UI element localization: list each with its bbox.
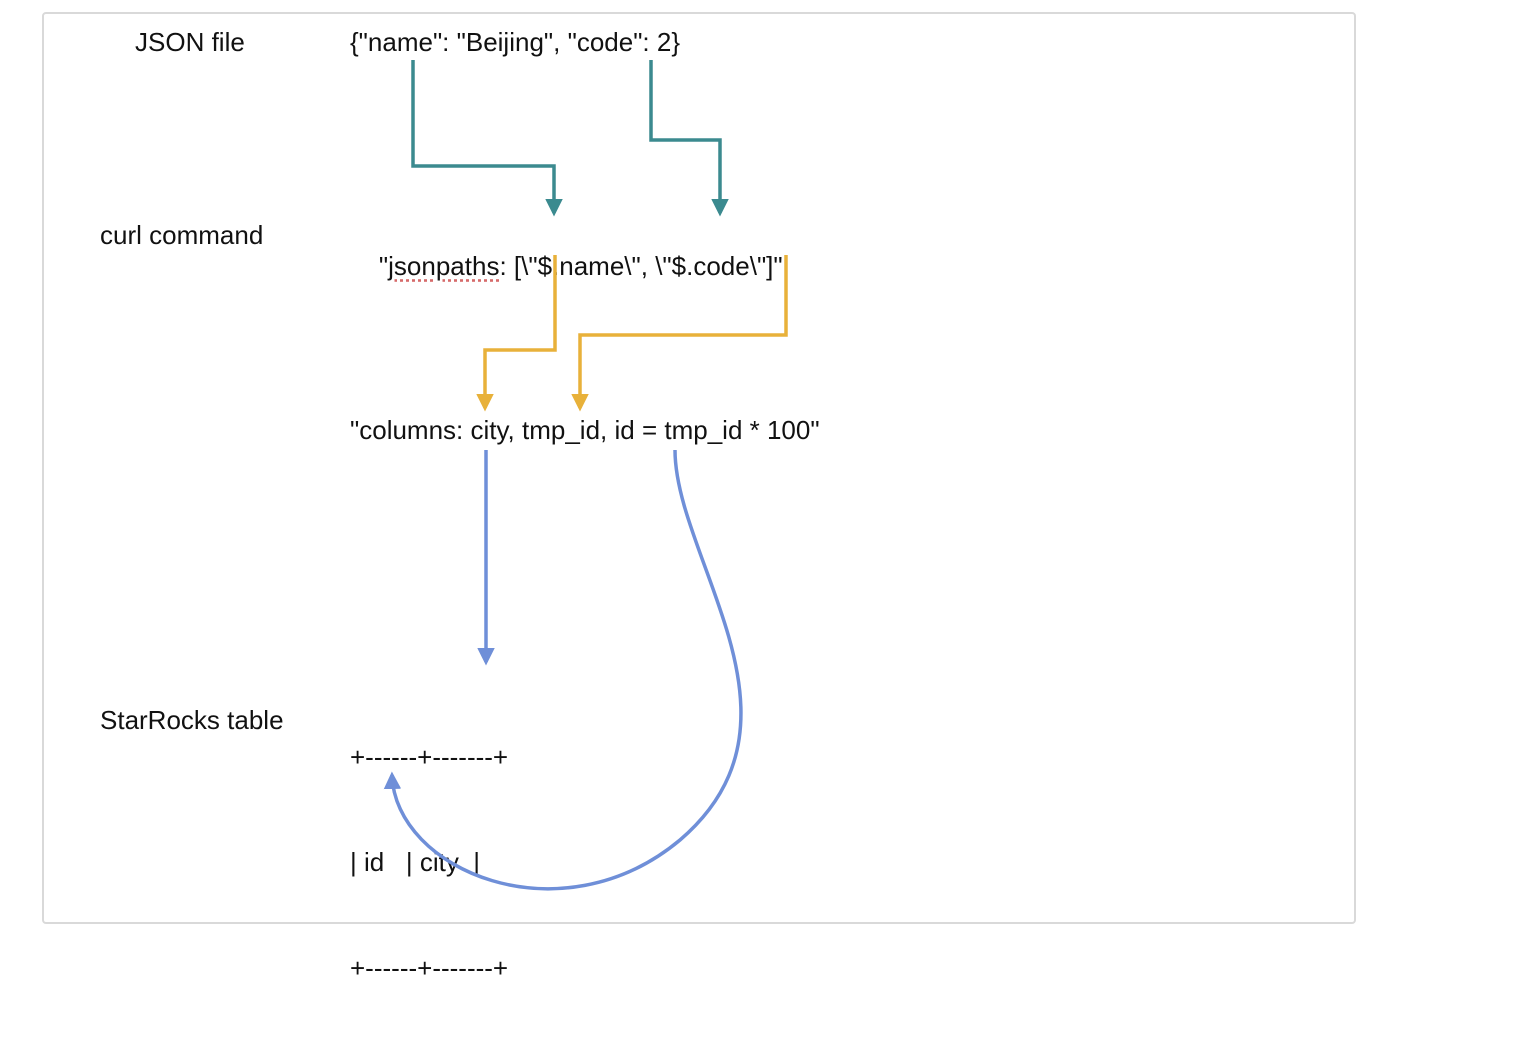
table-border-top: +------+-------+ (350, 740, 508, 775)
starrocks-table-ascii: +------+-------+ | id | city | +------+-… (350, 670, 508, 1056)
table-row: | id | city | (350, 845, 508, 880)
curl-jsonpaths-prefix: " (379, 251, 388, 281)
table-border-bottom: +------+-------+ (350, 951, 508, 986)
diagram-frame (42, 12, 1356, 924)
label-starrocks-table: StarRocks table (100, 705, 284, 736)
curl-jsonpaths-suffix: : [\"$.name\", \"$.code\"]" (499, 251, 782, 281)
curl-jsonpaths-word: jsonpaths (388, 251, 499, 281)
label-curl-command: curl command (100, 220, 263, 251)
label-json-file: JSON file (135, 27, 245, 58)
curl-jsonpaths: "jsonpaths: [\"$.name\", \"$.code\"]" (350, 220, 783, 313)
json-file-content: {"name": "Beijing", "code": 2} (350, 27, 680, 58)
curl-columns: "columns: city, tmp_id, id = tmp_id * 10… (350, 415, 820, 446)
